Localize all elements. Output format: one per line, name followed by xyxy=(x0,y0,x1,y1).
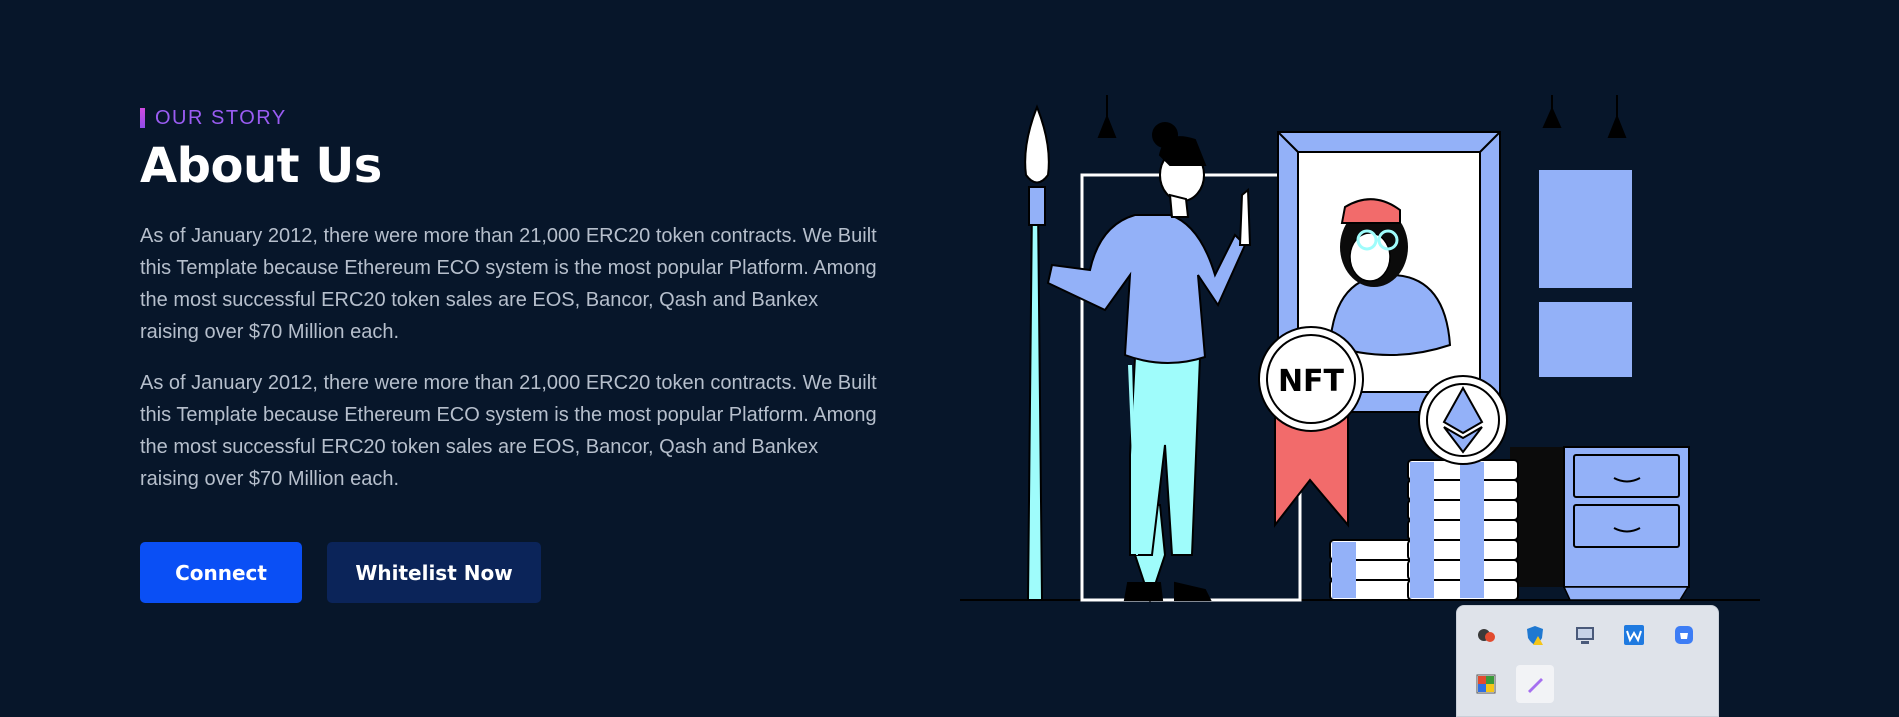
system-tray-overflow xyxy=(1456,605,1719,717)
paintbrush xyxy=(1026,204,1044,601)
eyebrow-text: OUR STORY xyxy=(155,106,287,129)
whitelist-now-button[interactable]: Whitelist Now xyxy=(327,542,541,603)
monitor-icon[interactable] xyxy=(1566,616,1604,654)
cta-buttons: Connect Whitelist Now xyxy=(140,542,541,603)
lamp-icon xyxy=(1542,95,1562,128)
wall-panel xyxy=(1539,302,1632,377)
colorful-paint-icon[interactable] xyxy=(1467,616,1505,654)
store-icon[interactable] xyxy=(1665,616,1703,654)
pen-icon[interactable] xyxy=(1516,665,1554,703)
color-picker-icon[interactable] xyxy=(1467,665,1505,703)
nft-badge-text: NFT xyxy=(1278,364,1345,399)
eyebrow-accent-bar xyxy=(140,108,145,128)
lamp-icon xyxy=(1607,95,1627,138)
about-paragraph-2: As of January 2012, there were more than… xyxy=(140,372,877,490)
about-paragraph-1: As of January 2012, there were more than… xyxy=(140,225,877,343)
connect-button[interactable]: Connect xyxy=(140,542,302,603)
artist-figure xyxy=(1046,122,1252,604)
lamp-icon xyxy=(1097,95,1117,138)
nft-artist-illustration: NFT xyxy=(960,95,1760,604)
shield-warning-icon[interactable] xyxy=(1516,616,1554,654)
waves-app-icon[interactable] xyxy=(1615,616,1653,654)
page-title: About Us xyxy=(140,138,382,194)
section-eyebrow: OUR STORY xyxy=(140,106,880,129)
wall-panel xyxy=(1539,170,1632,288)
about-section: OUR STORY About Us As of January 2012, t… xyxy=(140,106,880,495)
